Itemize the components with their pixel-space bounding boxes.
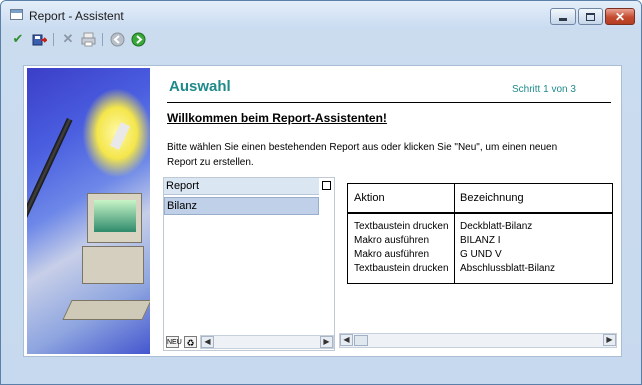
report-assistant-window: Report - Assistent ✕ ✔ ✕ Auswahl Schritt…: [0, 0, 642, 385]
toolbar-separator: [102, 33, 103, 46]
title-bar[interactable]: Report - Assistent ✕: [1, 1, 641, 29]
instruction-text: Bitte wählen Sie einen bestehenden Repor…: [167, 142, 558, 168]
toolbar: ✔ ✕: [1, 29, 641, 49]
table-cell: BILANZ I: [460, 235, 501, 246]
minimize-button[interactable]: [550, 8, 576, 25]
report-list: Report Bilanz NEU ♻ ◀ ▶: [163, 177, 335, 351]
wizard-illustration: [27, 68, 150, 354]
table-cell: Makro ausführen: [354, 235, 430, 246]
table-cell: Textbaustein drucken: [354, 263, 449, 274]
table-cell: Makro ausführen: [354, 249, 430, 260]
table-cell: G UND V: [460, 249, 502, 260]
close-icon: ✕: [614, 9, 626, 24]
print-icon[interactable]: [80, 31, 96, 47]
list-item[interactable]: Bilanz: [164, 197, 319, 215]
app-icon: [10, 9, 23, 20]
column-header-name: Bezeichnung: [454, 184, 612, 213]
minimize-icon: [551, 9, 575, 24]
heading-divider: [167, 102, 611, 103]
table-cell: Deckblatt-Bilanz: [460, 221, 533, 232]
window-title: Report - Assistent: [29, 9, 124, 23]
report-detail-panel: Aktion Bezeichnung Textbaustein drucken …: [337, 177, 620, 351]
scroll-right-icon[interactable]: ▶: [603, 334, 616, 346]
wizard-content: Auswahl Schritt 1 von 3 Willkommen beim …: [23, 65, 622, 357]
scroll-right-icon[interactable]: ▶: [320, 336, 333, 348]
recycle-bin-icon[interactable]: ♻: [184, 336, 197, 348]
table-cell: Abschlussblatt-Bilanz: [460, 263, 556, 274]
forward-icon[interactable]: [130, 31, 146, 47]
check-icon[interactable]: ✔: [10, 31, 26, 47]
table-cell: Textbaustein drucken: [354, 221, 449, 232]
save-exit-icon[interactable]: [31, 31, 47, 47]
detail-horizontal-scrollbar[interactable]: ◀ ▶: [339, 333, 617, 348]
column-header-action: Aktion: [348, 184, 454, 213]
scroll-left-icon[interactable]: ◀: [201, 336, 214, 348]
report-list-header[interactable]: Report: [164, 178, 319, 195]
delete-icon[interactable]: ✕: [60, 31, 76, 47]
detail-table: Aktion Bezeichnung Textbaustein drucken …: [347, 183, 613, 284]
new-report-icon[interactable]: NEU: [166, 336, 182, 348]
scrollbar-thumb[interactable]: [354, 335, 368, 346]
back-icon[interactable]: [109, 31, 125, 47]
page-heading: Auswahl: [169, 78, 231, 95]
step-indicator: Schritt 1 von 3: [512, 84, 576, 95]
welcome-text: Willkommen beim Report-Assistenten!: [167, 111, 387, 125]
column-chooser-icon[interactable]: [322, 181, 331, 190]
toolbar-separator: [53, 33, 54, 46]
close-button[interactable]: ✕: [605, 8, 635, 25]
maximize-button[interactable]: [578, 8, 603, 25]
scroll-left-icon[interactable]: ◀: [340, 334, 353, 346]
report-list-footer: NEU ♻ ◀ ▶: [164, 334, 334, 350]
list-horizontal-scrollbar[interactable]: ◀ ▶: [200, 335, 334, 349]
maximize-icon: [579, 9, 602, 24]
